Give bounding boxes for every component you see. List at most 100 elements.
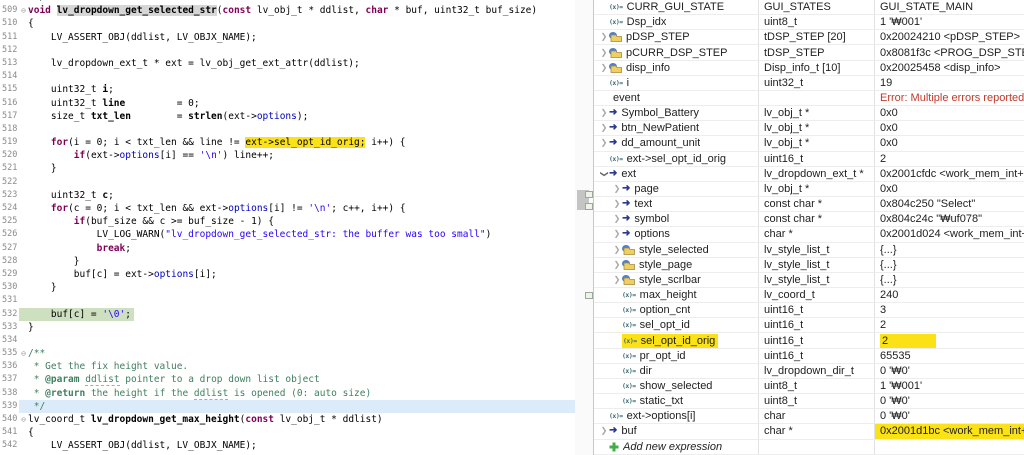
expression-type-cell[interactable]: lv_obj_t * [758,136,874,150]
code-line[interactable]: 527 break; [0,242,575,255]
expression-row[interactable]: ❯➜optionschar *0x2001d024 <work_mem_int+ [594,227,1024,242]
expression-name-cell[interactable]: ❯➜buf [594,424,758,438]
code-line[interactable]: 509⊖void lv_dropdown_get_selected_str(co… [0,4,575,17]
expression-value-cell[interactable]: GUI_STATE_MAIN [874,0,1024,14]
expression-name-cell[interactable]: event [594,91,758,105]
expression-name-cell[interactable]: (x)=show_selected [594,379,758,393]
expression-value-cell[interactable]: 1 '₩001' [874,15,1024,29]
expression-row[interactable]: (x)=sel_opt_iduint16_t2 [594,318,1024,333]
expression-row[interactable]: ❯➜btn_NewPatientlv_obj_t *0x0 [594,121,1024,136]
expression-type-cell[interactable]: const char * [758,212,874,226]
expression-name-cell[interactable]: (x)=max_height [594,288,758,302]
expression-value-cell[interactable]: 2 [874,152,1024,166]
expression-row[interactable]: ❯style_pagelv_style_list_t{...} [594,258,1024,273]
expand-chevron-icon[interactable]: ❯ [599,48,609,58]
expression-type-cell[interactable]: Disp_info_t [10] [758,61,874,75]
expression-value-cell[interactable]: 65535 [874,349,1024,363]
expression-row[interactable]: (x)=sel_opt_id_origuint16_t2 [594,333,1024,348]
expand-chevron-icon[interactable]: ❯ [599,426,609,436]
code-line[interactable]: 535⊖/** [0,347,575,360]
expression-row[interactable]: (x)=iuint32_t19 [594,76,1024,91]
expression-name-cell[interactable]: ❯style_scrlbar [594,273,758,287]
expression-row[interactable]: (x)=max_heightlv_coord_t240 [594,288,1024,303]
expression-value-cell[interactable]: 0x2001d1bc <work_mem_int+ [874,424,1024,438]
expression-name-cell[interactable]: Add new expression [594,440,758,454]
code-line[interactable]: 533} [0,321,575,334]
expression-row[interactable]: ❯style_scrlbarlv_style_list_t{...} [594,273,1024,288]
expression-row[interactable]: ❯pCURR_DSP_STEPtDSP_STEP0x8081f3c <PROG_… [594,45,1024,60]
expression-row[interactable]: ❯➜Symbol_Batterylv_obj_t *0x0 [594,106,1024,121]
expression-row[interactable]: ❯➜bufchar *0x2001d1bc <work_mem_int+ [594,424,1024,439]
expression-type-cell[interactable] [758,440,874,454]
expression-type-cell[interactable]: GUI_STATES [758,0,874,14]
expression-value-cell[interactable]: Error: Multiple errors reported. [874,91,1024,105]
expression-name-cell[interactable]: (x)=CURR_GUI_STATE [594,0,758,14]
expression-value-cell[interactable]: 3 [874,303,1024,317]
expression-row[interactable]: ❯pDSP_STEPtDSP_STEP [20]0x20024210 <pDSP… [594,30,1024,45]
expand-chevron-icon[interactable]: ❯ [612,245,622,255]
expression-value-cell[interactable]: 19 [874,76,1024,90]
expression-type-cell[interactable]: lv_dropdown_dir_t [758,364,874,378]
expand-chevron-icon[interactable]: ❯ [612,184,622,194]
expand-chevron-icon[interactable]: ❯ [612,229,622,239]
expression-value-cell[interactable]: 0x0 [874,121,1024,135]
code-line[interactable]: 511 LV_ASSERT_OBJ(ddlist, LV_OBJX_NAME); [0,31,575,44]
expression-type-cell[interactable]: char * [758,424,874,438]
expression-row[interactable]: (x)=dirlv_dropdown_dir_t0 '₩0' [594,364,1024,379]
expand-chevron-icon[interactable]: ❯ [599,32,609,42]
code-line[interactable]: 526 LV_LOG_WARN("lv_dropdown_get_selecte… [0,228,575,241]
expression-value-cell[interactable]: 0 '₩0' [874,364,1024,378]
expression-type-cell[interactable]: lv_obj_t * [758,121,874,135]
expression-row[interactable]: ❯disp_infoDisp_info_t [10]0x20025458 <di… [594,61,1024,76]
expression-name-cell[interactable]: ❯➜page [594,182,758,196]
expression-name-cell[interactable]: ❯pCURR_DSP_STEP [594,45,758,59]
code-line[interactable]: 516 uint32_t line = 0; [0,97,575,110]
expand-chevron-icon[interactable]: ❯ [612,260,622,270]
code-line[interactable]: 534 [0,334,575,347]
expression-row[interactable]: (x)=static_txtuint8_t0 '₩0' [594,394,1024,409]
expression-type-cell[interactable]: uint16_t [758,152,874,166]
overview-marker[interactable] [585,292,593,299]
expression-name-cell[interactable]: ❯style_selected [594,243,758,257]
overview-ruler[interactable] [575,0,593,455]
expression-value-cell[interactable]: 0 '₩0' [874,394,1024,408]
expand-chevron-icon[interactable]: ❯ [599,169,609,179]
expression-type-cell[interactable]: char [758,409,874,423]
expression-name-cell[interactable]: (x)=static_txt [594,394,758,408]
expression-name-cell[interactable]: (x)=i [594,76,758,90]
expression-value-cell[interactable]: 1 '₩001' [874,379,1024,393]
expression-row[interactable]: (x)=ext->sel_opt_id_origuint16_t2 [594,152,1024,167]
expression-row[interactable]: (x)=pr_opt_iduint16_t65535 [594,349,1024,364]
expression-type-cell[interactable]: tDSP_STEP [20] [758,30,874,44]
code-line[interactable]: 512 [0,44,575,57]
expression-type-cell[interactable]: lv_style_list_t [758,258,874,272]
expression-row[interactable]: (x)=show_selecteduint8_t1 '₩001' [594,379,1024,394]
expression-type-cell[interactable] [758,91,874,105]
add-new-expression-row[interactable]: Add new expression [594,440,1024,455]
expression-type-cell[interactable]: uint16_t [758,318,874,332]
overview-marker[interactable] [585,203,593,210]
expression-value-cell[interactable]: {...} [874,243,1024,257]
expression-name-cell[interactable]: (x)=ext->options[i] [594,409,758,423]
code-line[interactable]: 528 } [0,255,575,268]
expression-type-cell[interactable]: uint16_t [758,333,874,347]
expression-name-cell[interactable]: ❯disp_info [594,61,758,75]
expression-name-cell[interactable]: (x)=Dsp_idx [594,15,758,29]
code-line[interactable]: 539 */ [0,400,575,413]
code-line[interactable]: 514 [0,70,575,83]
expression-value-cell[interactable]: 0x2001d024 <work_mem_int+ [874,227,1024,241]
expression-row[interactable]: ❯style_selectedlv_style_list_t{...} [594,243,1024,258]
expression-name-cell[interactable]: (x)=option_cnt [594,303,758,317]
expression-value-cell[interactable] [874,440,1024,454]
code-line[interactable]: 519 for(i = 0; i < txt_len && line != ex… [0,136,575,149]
expression-name-cell[interactable]: ❯➜text [594,197,758,211]
code-line[interactable]: 531 [0,294,575,307]
expression-type-cell[interactable]: uint8_t [758,394,874,408]
expand-chevron-icon[interactable]: ❯ [599,138,609,148]
code-line[interactable]: 518 [0,123,575,136]
expand-chevron-icon[interactable]: ❯ [612,275,622,285]
code-line[interactable]: 542 LV_ASSERT_OBJ(ddlist, LV_OBJX_NAME); [0,439,575,452]
expression-name-cell[interactable]: ❯➜ext [594,167,758,181]
expand-chevron-icon[interactable]: ❯ [612,199,622,209]
code-line[interactable]: 522 [0,176,575,189]
